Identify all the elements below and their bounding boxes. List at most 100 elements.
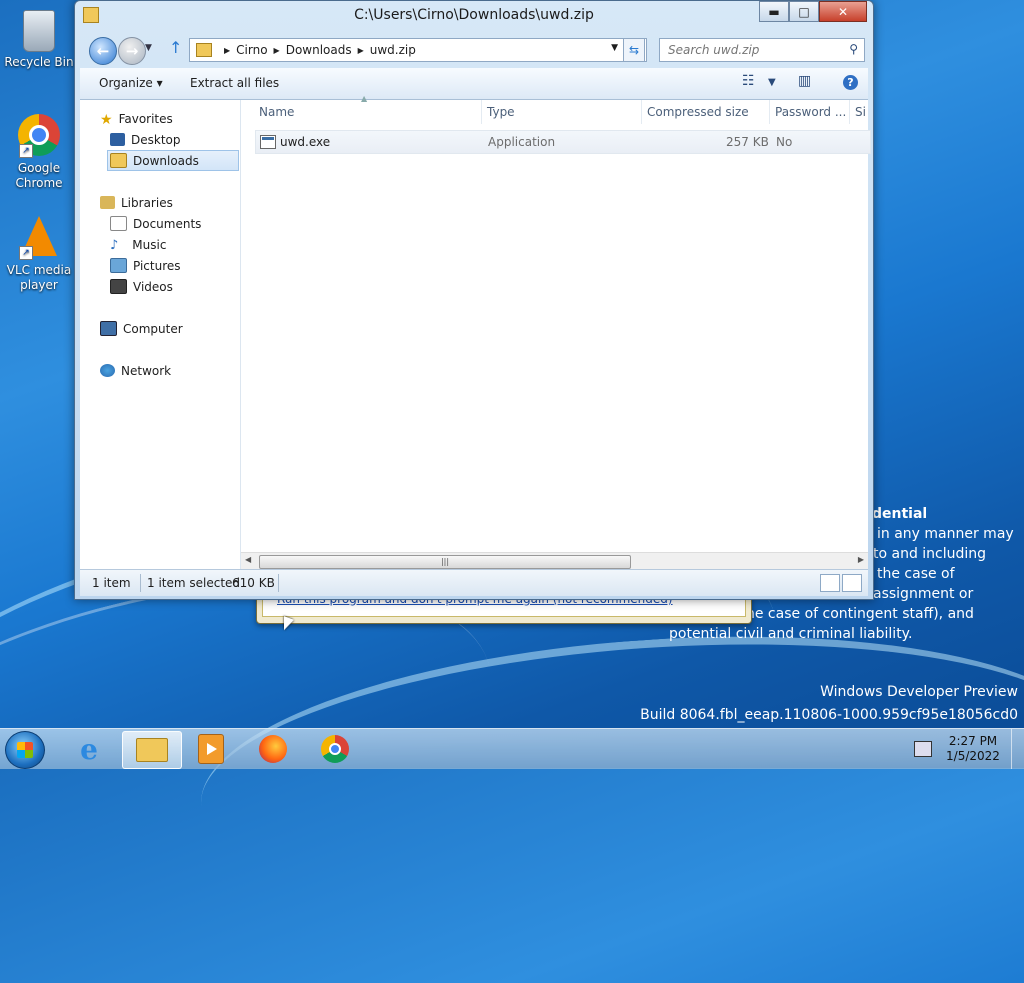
refresh-icon: ⇆ — [628, 43, 640, 57]
horizontal-scrollbar[interactable]: ◀ ||| ▶ — [241, 552, 868, 570]
nav-computer[interactable]: Computer — [100, 319, 183, 338]
file-name: uwd.exe — [280, 135, 331, 149]
internet-explorer-icon: e — [80, 732, 98, 766]
nav-documents[interactable]: Documents — [110, 214, 201, 233]
search-box[interactable]: ⚲ — [659, 38, 865, 62]
breadcrumb-item[interactable]: Downloads — [286, 43, 352, 57]
background-text-line: to and including — [873, 546, 987, 562]
taskbar-internet-explorer[interactable]: e — [60, 731, 118, 767]
column-header-size[interactable]: Si — [849, 100, 867, 124]
column-label: Si — [855, 105, 866, 119]
large-icons-view-icon[interactable] — [842, 574, 862, 592]
back-button[interactable]: ← — [89, 37, 117, 65]
nav-network[interactable]: Network — [100, 361, 171, 380]
file-row[interactable]: uwd.exe Application 257 KB No — [255, 130, 871, 154]
breadcrumb-separator-icon: ▶ — [273, 45, 280, 55]
nav-downloads[interactable]: Downloads — [107, 150, 239, 171]
close-button[interactable]: ✕ — [819, 1, 867, 22]
file-password: No — [776, 135, 793, 149]
address-bar[interactable]: ▶ Cirno ▶ Downloads ▶ uwd.zip ▼ — [189, 38, 647, 62]
navigation-pane: ★ Favorites Desktop Downloads Libraries D… — [80, 100, 241, 569]
background-text-line: assignment or — [873, 586, 974, 602]
breadcrumb-item[interactable]: uwd.zip — [370, 43, 416, 57]
network-tray-icon[interactable] — [914, 741, 932, 757]
status-bar: 1 item 1 item selected 610 KB — [80, 569, 868, 596]
nav-desktop[interactable]: Desktop — [110, 130, 181, 149]
scroll-right-arrow-icon[interactable]: ▶ — [858, 555, 864, 564]
media-player-icon — [198, 734, 224, 764]
refresh-button[interactable]: ⇆ — [623, 38, 645, 62]
preview-pane-icon[interactable]: ▥ — [798, 73, 811, 89]
nav-libraries[interactable]: Libraries — [100, 193, 173, 212]
system-clock[interactable]: 2:27 PM 1/5/2022 — [946, 734, 1000, 764]
extract-all-files-button[interactable]: Extract all files — [190, 76, 279, 90]
breadcrumb-separator-icon: ▶ — [357, 45, 364, 55]
nav-music[interactable]: ♪ Music — [110, 235, 166, 254]
search-icon[interactable]: ⚲ — [849, 42, 858, 56]
background-text-line: he case of contingent staff), and — [746, 606, 974, 622]
nav-label: Videos — [133, 279, 173, 294]
recycle-bin-icon — [23, 10, 55, 52]
column-header-password[interactable]: Password ... — [769, 100, 850, 124]
search-input[interactable] — [666, 42, 840, 58]
desktop-icon-recycle-bin[interactable]: Recycle Bin — [1, 8, 77, 70]
recent-pages-dropdown-icon[interactable]: ▼ — [145, 43, 152, 53]
change-view-icon[interactable]: ☷ — [742, 73, 755, 89]
back-arrow-icon: ← — [96, 42, 110, 60]
status-separator — [140, 574, 141, 592]
column-header-type[interactable]: Type — [481, 100, 642, 124]
organize-button[interactable]: Organize ▾ — [99, 76, 163, 90]
view-dropdown-icon[interactable]: ▼ — [768, 77, 776, 88]
file-type: Application — [488, 135, 556, 149]
details-view-icon[interactable] — [820, 574, 840, 592]
column-label: Password ... — [775, 105, 847, 119]
help-icon[interactable]: ? — [843, 75, 858, 90]
taskbar-media-player[interactable] — [182, 731, 240, 767]
column-label: Type — [487, 105, 515, 119]
scroll-left-arrow-icon[interactable]: ◀ — [245, 555, 251, 564]
sort-ascending-icon: ▲ — [361, 94, 368, 103]
explorer-window: C:\Users\Cirno\Downloads\uwd.zip ▬ □ ✕ ←… — [74, 0, 874, 600]
taskbar: e 2:27 PM 1/5/2022 — [0, 728, 1024, 769]
desktop-icon-label: Recycle Bin — [4, 55, 74, 69]
shortcut-arrow-icon: ↗ — [19, 144, 33, 158]
application-exe-icon — [260, 135, 276, 149]
start-button[interactable] — [5, 731, 45, 769]
nav-label: Documents — [133, 216, 202, 231]
maximize-button[interactable]: □ — [789, 1, 819, 22]
desktop-icon-vlc[interactable]: ↗ VLC media player — [1, 216, 77, 293]
nav-favorites[interactable]: ★ Favorites — [100, 109, 173, 129]
chrome-icon — [321, 735, 349, 763]
nav-label: Libraries — [121, 195, 173, 210]
status-separator — [278, 574, 279, 592]
minimize-button[interactable]: ▬ — [759, 1, 789, 22]
up-arrow-icon[interactable]: ↑ — [169, 38, 182, 57]
taskbar-chrome[interactable] — [306, 731, 364, 767]
breadcrumb-item[interactable]: Cirno — [236, 43, 267, 57]
background-text-line: potential civil and criminal liability. — [669, 626, 913, 642]
firefox-icon — [259, 735, 287, 763]
watermark-line1: Windows Developer Preview — [820, 684, 1018, 700]
clock-date: 1/5/2022 — [946, 749, 1000, 763]
folder-icon — [196, 43, 212, 57]
address-dropdown-icon[interactable]: ▼ — [611, 43, 618, 53]
nav-label: Desktop — [131, 132, 181, 147]
vlc-icon-wrap: ↗ — [17, 216, 61, 260]
nav-pictures[interactable]: Pictures — [110, 256, 181, 275]
background-text-line: the case of — [877, 566, 955, 582]
status-size: 610 KB — [232, 576, 275, 590]
status-item-count: 1 item — [92, 576, 131, 590]
desktop-icon-google-chrome[interactable]: ↗ Google Chrome — [1, 114, 77, 191]
column-header-name[interactable]: Name ▲ — [241, 94, 482, 124]
nav-videos[interactable]: Videos — [110, 277, 173, 296]
forward-button[interactable]: → — [118, 37, 146, 65]
file-compressed-size: 257 KB — [726, 135, 769, 149]
scrollbar-thumb[interactable]: ||| — [259, 555, 631, 569]
column-header-compressed-size[interactable]: Compressed size — [641, 100, 770, 124]
taskbar-windows-explorer[interactable] — [122, 731, 182, 769]
taskbar-firefox[interactable] — [244, 731, 302, 767]
show-desktop-button[interactable] — [1011, 729, 1024, 769]
title-bar[interactable]: C:\Users\Cirno\Downloads\uwd.zip ▬ □ ✕ — [75, 1, 873, 31]
nav-label: Network — [121, 363, 172, 378]
nav-label: Pictures — [133, 258, 181, 273]
